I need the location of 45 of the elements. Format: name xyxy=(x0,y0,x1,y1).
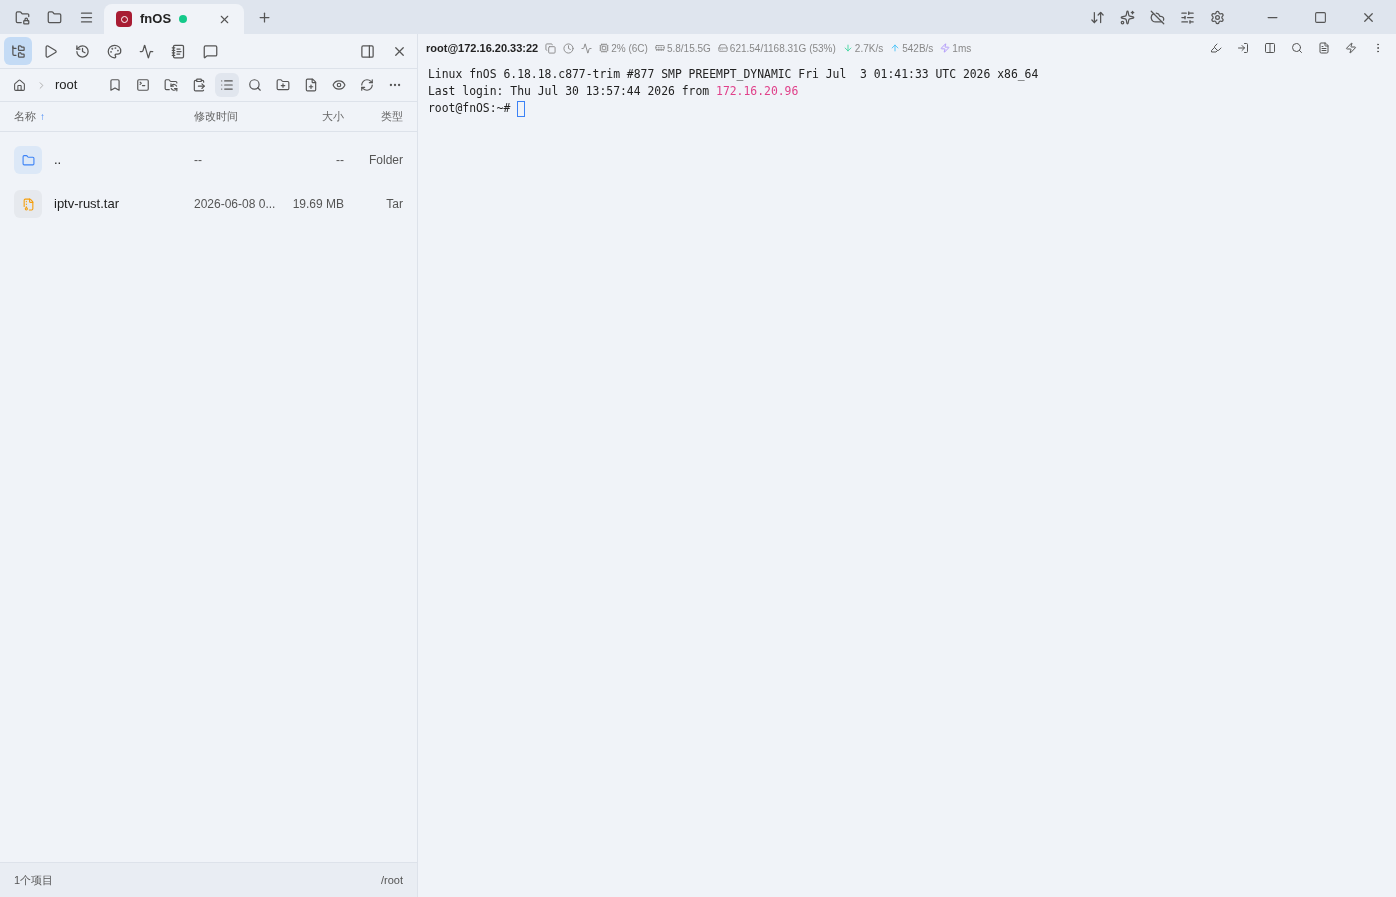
file-size: 19.69 MB xyxy=(291,196,344,213)
memory-icon xyxy=(654,43,665,53)
sort-arrow: ↑ xyxy=(40,110,45,124)
file-size: -- xyxy=(335,152,344,169)
file-type: Tar xyxy=(385,196,403,213)
file-row[interactable]: iptv-rust.tar 2026-06-08 0... 19.69 MB Tar xyxy=(14,182,403,226)
modified-time: 2026-06-08 0... xyxy=(194,196,277,213)
column-header[interactable]: 类型 xyxy=(381,108,403,125)
upload-icon xyxy=(890,43,901,53)
app-logo-icon xyxy=(116,11,132,27)
terminal-line: Last login: Thu Jul 30 13:57:44 2026 from xyxy=(428,83,711,100)
breadcrumb-item[interactable]: root xyxy=(55,75,78,95)
folder-icon xyxy=(14,146,42,174)
download-speed: 2.7K/s xyxy=(854,41,884,56)
file-type: Folder xyxy=(368,152,403,169)
terminal[interactable]: Linux fnOS 6.18.18.c877-trim #877 SMP PREEMPT_DYNAMIC Fri Jul 3 01:41:33 UTC 2026 x86_64 Last login: Thu Jul 30 13:57:44 2026 from 172.16.20.96 root@fnOS:~# xyxy=(418,62,1396,897)
modified-time: -- xyxy=(194,152,203,169)
file-tree-icon[interactable] xyxy=(4,37,32,65)
cpu-usage: 2% (6C) xyxy=(611,41,648,56)
activity-icon[interactable] xyxy=(581,42,593,54)
host-address: root@172.16.20.33:22 xyxy=(426,40,539,56)
item-count: 1个项目 xyxy=(14,872,54,888)
tab-title: fnOS xyxy=(140,10,172,29)
upload-speed: 542B/s xyxy=(902,41,934,56)
file-name: .. xyxy=(54,151,62,170)
file-row[interactable]: .. -- -- Folder xyxy=(14,138,403,182)
terminal-cursor xyxy=(517,100,526,117)
disk-usage: 621.54/1168.31G (53%) xyxy=(729,41,836,56)
terminal-line: root@fnOS:~# xyxy=(428,100,512,117)
ip-address: 172.16.20.96 xyxy=(716,83,799,100)
column-header[interactable]: 大小 xyxy=(322,108,344,125)
latency-icon xyxy=(940,43,951,53)
list-view-icon[interactable] xyxy=(215,73,239,97)
session-tab[interactable]: fnOS xyxy=(104,4,244,34)
current-path: /root xyxy=(381,872,403,888)
cpu-icon xyxy=(599,43,610,53)
clock-icon[interactable] xyxy=(563,42,575,54)
download-icon xyxy=(842,43,853,53)
terminal-line: Linux fnOS 6.18.18.c877-trim #877 SMP PREEMPT_DYNAMIC Fri Jul 3 01:41:33 UTC 2026 x86_64 xyxy=(428,66,1039,83)
column-header[interactable]: 名称 xyxy=(14,108,36,125)
memory-usage: 5.8/15.5G xyxy=(666,41,711,56)
file-name: iptv-rust.tar xyxy=(54,195,119,214)
latency: 1ms xyxy=(952,41,972,56)
archive-file-icon xyxy=(14,190,42,218)
column-header[interactable]: 修改时间 xyxy=(194,108,238,125)
